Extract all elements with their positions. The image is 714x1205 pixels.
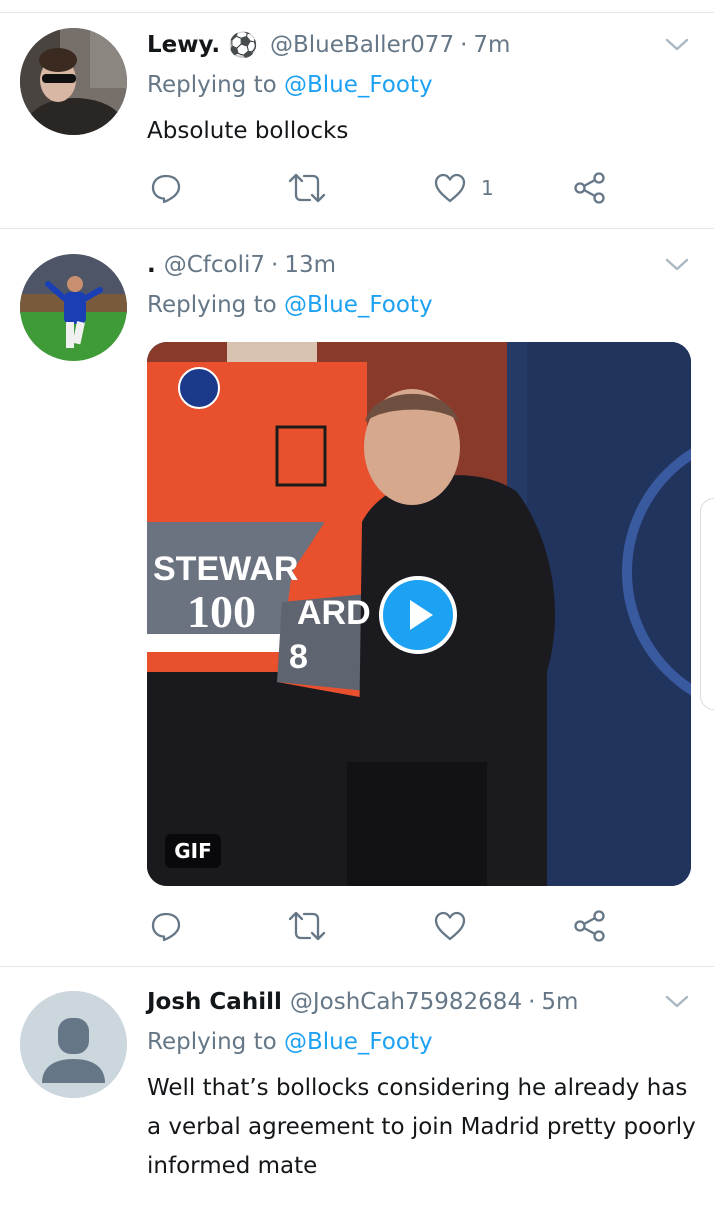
tweet-text-line: a verbal agreement to join Madrid pretty… bbox=[147, 1114, 696, 1140]
default-avatar-icon bbox=[20, 991, 127, 1098]
replying-to-label: Replying to bbox=[147, 1029, 277, 1055]
timestamp[interactable]: 5m bbox=[541, 989, 578, 1015]
tweet-text: Well that’s bollocks considering he alre… bbox=[147, 1069, 697, 1186]
tweet-text-line: informed mate bbox=[147, 1153, 318, 1179]
replying-to: Replying to @Blue_Footy bbox=[147, 1029, 433, 1055]
tweet-3[interactable]: Josh Cahill @JoshCah75982684 · 5m Replyi… bbox=[0, 0, 714, 1205]
tweet-text-line: Well that’s bollocks considering he alre… bbox=[147, 1075, 688, 1101]
chevron-down-icon[interactable] bbox=[664, 992, 690, 1012]
mention-link[interactable]: @Blue_Footy bbox=[284, 1029, 433, 1055]
avatar[interactable] bbox=[20, 991, 127, 1098]
tweet-header: Josh Cahill @JoshCah75982684 · 5m bbox=[147, 984, 578, 1020]
separator: · bbox=[528, 989, 536, 1015]
display-name[interactable]: Josh Cahill bbox=[147, 989, 282, 1015]
user-handle[interactable]: @JoshCah75982684 bbox=[290, 989, 522, 1015]
scroll-handle[interactable] bbox=[700, 498, 714, 710]
